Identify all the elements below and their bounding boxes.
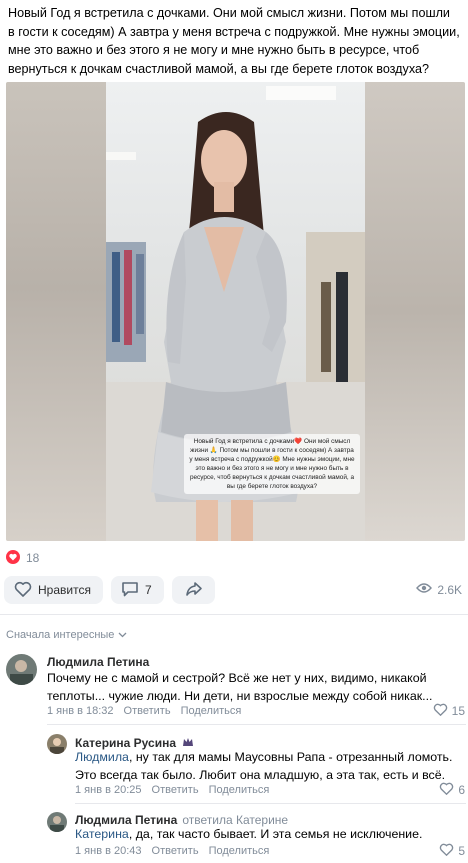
comment-author[interactable]: Людмила Петина <box>47 655 149 669</box>
comment-like-count: 6 <box>458 783 465 797</box>
avatar[interactable] <box>6 654 37 685</box>
comment-text: Катерина, да, так часто бывает. И эта се… <box>75 826 463 844</box>
comment-text: Людмила, ну так для мамы Маусовны Рапа -… <box>75 749 463 784</box>
comment-like-button[interactable]: 6 <box>439 782 465 798</box>
likes-count: 18 <box>26 551 40 565</box>
share-button[interactable] <box>172 576 215 604</box>
comment-separator <box>47 724 466 725</box>
comment-author-row: Катерина Русина <box>75 736 194 750</box>
comment-count: 7 <box>145 583 152 597</box>
heart-outline-icon <box>433 703 448 719</box>
comment-date[interactable]: 1 янв в 20:25 <box>75 784 142 796</box>
post-text: Новый Год я встретила с дочками. Они мой… <box>8 6 460 76</box>
donut-badge-icon <box>182 736 194 750</box>
views-counter: 2.6K <box>416 582 462 597</box>
comment-icon <box>121 581 139 600</box>
heart-outline-icon <box>439 782 454 798</box>
comment-like-count: 5 <box>458 844 465 858</box>
comment-like-count: 15 <box>451 704 465 718</box>
comment-date[interactable]: 1 янв в 20:43 <box>75 845 142 857</box>
reply-button[interactable]: Ответить <box>152 845 199 857</box>
avatar[interactable] <box>47 734 67 754</box>
like-button[interactable]: Нравится <box>4 576 103 604</box>
comment-meta: 1 янв в 18:32 Ответить Поделиться <box>47 705 241 717</box>
comment-body: , ну так для мамы Маусовны Рапа - отреза… <box>75 750 453 782</box>
views-count: 2.6K <box>437 582 462 597</box>
share-comment-button[interactable]: Поделиться <box>209 845 270 857</box>
reply-button[interactable]: Ответить <box>124 705 171 717</box>
answered-label: ответила Катерине <box>182 813 289 827</box>
photo-blur-right <box>365 82 465 541</box>
like-button-label: Нравится <box>38 583 91 597</box>
photo-caption-overlay: Новый Год я встретила с дочками❤️ Они мо… <box>184 434 360 494</box>
sort-label: Сначала интересные <box>6 629 115 641</box>
reply-button[interactable]: Ответить <box>152 784 199 796</box>
comment-button[interactable]: 7 <box>111 576 164 604</box>
comment-like-button[interactable]: 15 <box>433 703 465 719</box>
reply-to-link[interactable]: Людмила <box>75 750 129 764</box>
heart-red-icon <box>6 549 20 567</box>
eye-icon <box>416 582 433 597</box>
comment-meta: 1 янв в 20:43 Ответить Поделиться <box>75 845 269 857</box>
share-icon <box>185 581 203 600</box>
comments-sort[interactable]: Сначала интересные <box>6 629 127 641</box>
comment-author[interactable]: Катерина Русина <box>75 736 176 750</box>
likes-summary[interactable]: 18 <box>6 549 40 567</box>
heart-outline-icon <box>439 843 454 859</box>
comment-like-button[interactable]: 5 <box>439 843 465 859</box>
comment-separator <box>75 803 466 804</box>
heart-outline-icon <box>14 581 32 600</box>
comment-author[interactable]: Людмила Петина <box>75 813 177 827</box>
post-actions: Нравится 7 2.6K <box>4 576 466 606</box>
share-comment-button[interactable]: Поделиться <box>181 705 242 717</box>
chevron-down-icon <box>118 629 127 641</box>
comment-text: Почему не с мамой и сестрой? Всё же нет … <box>47 671 433 703</box>
share-comment-button[interactable]: Поделиться <box>209 784 270 796</box>
post-divider <box>0 614 468 615</box>
avatar[interactable] <box>47 812 67 832</box>
post-photo[interactable]: Новый Год я встретила с дочками❤️ Они мо… <box>6 82 465 541</box>
reply-to-link[interactable]: Катерина <box>75 827 129 841</box>
comment-author-row: Людмила Петина ответила Катерине <box>75 813 288 827</box>
comment-meta: 1 янв в 20:25 Ответить Поделиться <box>75 784 269 796</box>
comment-date[interactable]: 1 янв в 18:32 <box>47 705 114 717</box>
photo-blur-left <box>6 82 106 541</box>
comment-body: , да, так часто бывает. И эта семья не и… <box>128 827 423 841</box>
photo-main: Новый Год я встретила с дочками❤️ Они мо… <box>106 82 365 541</box>
